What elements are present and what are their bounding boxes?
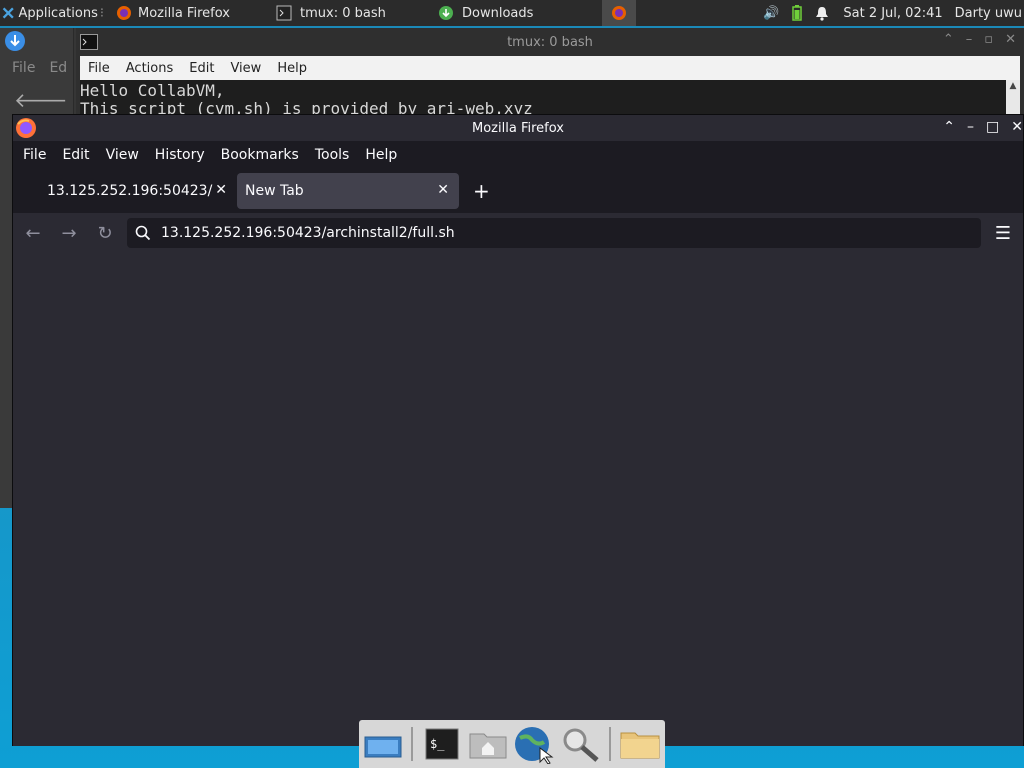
top-panel: Applications ⁝ Mozilla Firefox tmux: 0 b… <box>0 0 1024 26</box>
task-downloads[interactable]: Downloads <box>432 0 600 26</box>
dock-separator <box>411 727 414 761</box>
menu-edit[interactable]: Edit <box>54 147 97 163</box>
tmux-menu-actions[interactable]: Actions <box>118 61 182 76</box>
maximize-icon[interactable]: ▫ <box>984 32 993 47</box>
dock-separator <box>609 727 612 761</box>
tmux-title: tmux: 0 bash <box>507 34 593 50</box>
search-icon <box>135 225 151 241</box>
window-up-icon[interactable]: ⌃ <box>943 32 954 47</box>
folder-icon[interactable] <box>619 724 661 764</box>
tmux-menubar: File Actions Edit View Help <box>80 56 1020 80</box>
menu-edit[interactable]: Ed <box>49 60 67 76</box>
xfce-icon <box>2 7 14 19</box>
firefox-titlebar: Mozilla Firefox ⌃ – □ ✕ <box>13 115 1023 141</box>
menu-help[interactable]: Help <box>357 147 405 163</box>
menu-file[interactable]: File <box>15 147 54 163</box>
menu-overflow-icon: ⁝ <box>99 5 104 21</box>
task-tmux[interactable]: tmux: 0 bash <box>270 0 432 26</box>
download-icon <box>439 6 453 20</box>
download-icon <box>5 31 25 51</box>
back-button[interactable]: ← <box>19 219 47 247</box>
task-label: Mozilla Firefox <box>138 5 230 21</box>
url-bar[interactable]: 13.125.252.196:50423/archinstall2/full.s… <box>127 218 981 248</box>
dock: $_ <box>359 720 665 768</box>
volume-icon[interactable]: 🔊 <box>763 6 779 21</box>
terminal-icon[interactable]: $_ <box>421 724 461 764</box>
tab-url[interactable]: 13.125.252.196:50423/ ✕ <box>15 173 237 209</box>
close-tab-icon[interactable]: ✕ <box>215 182 227 198</box>
applications-menu[interactable]: Applications ⁝ <box>0 0 110 26</box>
app-menu-button[interactable]: ☰ <box>989 219 1017 247</box>
maximize-icon[interactable]: □ <box>986 119 999 135</box>
menu-view[interactable]: View <box>98 147 147 163</box>
tmux-menu-view[interactable]: View <box>222 61 269 76</box>
menu-file[interactable]: File <box>12 60 35 76</box>
terminal-icon <box>276 5 292 21</box>
task-firefox[interactable]: Mozilla Firefox <box>110 0 270 26</box>
minimize-icon[interactable]: – <box>967 119 974 135</box>
firefox-icon <box>612 6 626 20</box>
menu-tools[interactable]: Tools <box>307 147 358 163</box>
tmux-menu-help[interactable]: Help <box>269 61 315 76</box>
back-arrow-icon[interactable]: 🡐 <box>14 88 68 112</box>
tmux-menu-file[interactable]: File <box>80 61 118 76</box>
close-icon[interactable]: ✕ <box>1011 119 1023 135</box>
task-label: tmux: 0 bash <box>300 5 386 21</box>
terminal-icon <box>80 34 98 50</box>
battery-icon[interactable] <box>791 5 803 21</box>
tab-label: 13.125.252.196:50423/ <box>47 183 213 199</box>
menu-bookmarks[interactable]: Bookmarks <box>213 147 307 163</box>
terminal-scrollbar[interactable]: ▲ <box>1006 80 1020 116</box>
notification-bell-icon[interactable] <box>815 5 829 21</box>
task-firefox-active[interactable] <box>602 0 636 26</box>
search-icon[interactable] <box>561 724 601 764</box>
tmux-menu-edit[interactable]: Edit <box>181 61 222 76</box>
minimize-icon[interactable]: – <box>966 32 973 47</box>
close-tab-icon[interactable]: ✕ <box>437 182 449 198</box>
reload-button[interactable]: ↻ <box>91 219 119 247</box>
svg-text:$_: $_ <box>430 737 445 751</box>
close-icon[interactable]: ✕ <box>1005 32 1016 47</box>
show-desktop-icon[interactable] <box>363 724 403 764</box>
window-up-icon[interactable]: ⌃ <box>943 119 955 135</box>
home-folder-icon[interactable] <box>468 724 508 764</box>
tab-strip: 13.125.252.196:50423/ ✕ New Tab ✕ + <box>13 169 1023 213</box>
new-tab-button[interactable]: + <box>473 179 490 203</box>
clock[interactable]: Sat 2 Jul, 02:41 <box>843 6 942 21</box>
firefox-title: Mozilla Firefox <box>472 120 564 136</box>
task-label: Downloads <box>462 5 534 21</box>
terminal-line: Hello CollabVM, <box>80 81 225 100</box>
web-browser-icon[interactable] <box>514 724 554 764</box>
applications-label: Applications <box>18 5 98 21</box>
forward-button[interactable]: → <box>55 219 83 247</box>
tab-label: New Tab <box>245 183 304 199</box>
tmux-titlebar: tmux: 0 bash ⌃ – ▫ ✕ <box>76 28 1024 56</box>
tmux-window: tmux: 0 bash ⌃ – ▫ ✕ File Actions Edit V… <box>76 28 1024 116</box>
url-text: 13.125.252.196:50423/archinstall2/full.s… <box>161 225 455 241</box>
navigation-toolbar: ← → ↻ 13.125.252.196:50423/archinstall2/… <box>13 213 1023 253</box>
firefox-icon <box>16 118 36 138</box>
firefox-menubar: File Edit View History Bookmarks Tools H… <box>13 141 1023 169</box>
menu-history[interactable]: History <box>147 147 213 163</box>
user-menu[interactable]: Darty uwu <box>955 6 1022 21</box>
page-content[interactable] <box>13 253 1023 746</box>
terminal-output[interactable]: Hello CollabVM, This script (cvm.sh) is … <box>80 80 1006 116</box>
firefox-icon <box>117 6 131 20</box>
firefox-window: Mozilla Firefox ⌃ – □ ✕ File Edit View H… <box>12 114 1024 746</box>
tab-new-tab[interactable]: New Tab ✕ <box>237 173 459 209</box>
